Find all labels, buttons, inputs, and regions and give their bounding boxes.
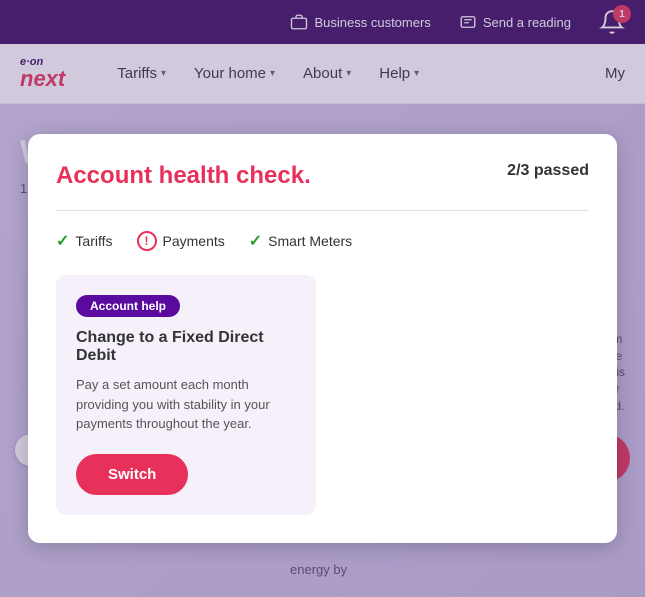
modal-checks: ✓ Tariffs ! Payments ✓ Smart Meters [56, 231, 589, 251]
account-help-card: Account help Change to a Fixed Direct De… [56, 275, 316, 515]
check-smart-meters: ✓ Smart Meters [249, 231, 352, 251]
check-pass-icon: ✓ [56, 231, 69, 251]
check-pass-icon: ✓ [249, 231, 262, 251]
switch-button[interactable]: Switch [76, 454, 188, 495]
account-health-modal: Account health check. 2/3 passed ✓ Tarif… [28, 134, 617, 543]
modal-header: Account health check. 2/3 passed [56, 162, 589, 190]
modal-divider [56, 210, 589, 211]
card-description: Pay a set amount each month providing yo… [76, 375, 296, 434]
check-payments: ! Payments [137, 231, 225, 251]
modal-title: Account health check. [56, 162, 311, 190]
card-title: Change to a Fixed Direct Debit [76, 329, 296, 365]
check-tariffs-label: Tariffs [75, 233, 112, 249]
check-tariffs: ✓ Tariffs [56, 231, 113, 251]
modal-passed: 2/3 passed [507, 162, 589, 180]
check-payments-label: Payments [163, 233, 225, 249]
check-warning-icon: ! [137, 231, 157, 251]
card-tag: Account help [76, 295, 180, 317]
check-smart-meters-label: Smart Meters [268, 233, 352, 249]
